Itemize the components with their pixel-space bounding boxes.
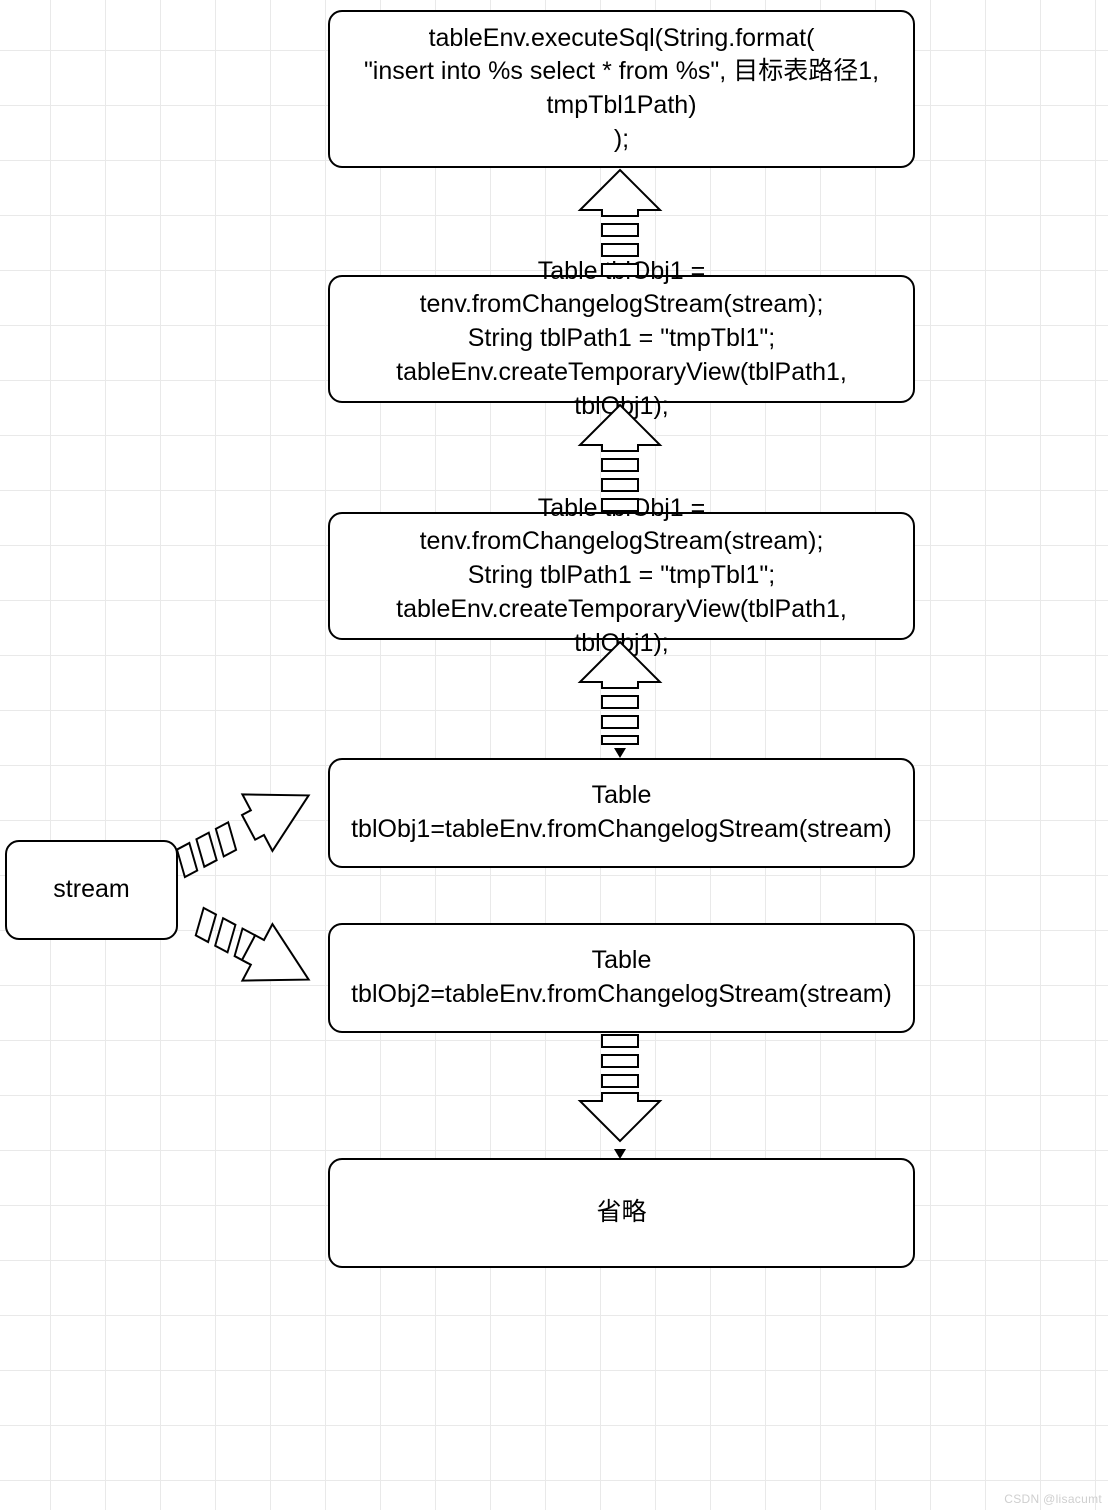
node-from-changelog-1: Table tblObj1=tableEnv.fromChangelogStre… [328, 758, 915, 868]
arrow-up-3 [560, 640, 680, 760]
node-create-view-1: Table tblObj1 = tenv.fromChangelogStream… [328, 275, 915, 403]
arrow-stream-to-box5 [178, 900, 328, 1000]
text-line: tableEnv.executeSql(String.format( [364, 22, 879, 56]
node-create-view-2: Table tblObj1 = tenv.fromChangelogStream… [328, 512, 915, 640]
arrow-up-2 [560, 403, 680, 513]
node-from-changelog-2: Table tblObj2=tableEnv.fromChangelogStre… [328, 923, 915, 1033]
arrow-up-1 [560, 168, 680, 278]
grid-background [0, 0, 1108, 1510]
text-line: "insert into %s select * from %s", 目标表路径… [364, 55, 879, 89]
text-line: ); [364, 123, 879, 157]
text-line: Table tblObj1=tableEnv.fromChangelogStre… [346, 779, 897, 847]
node-omitted: 省略 [328, 1158, 915, 1268]
arrow-stream-to-box4 [178, 775, 328, 875]
text-line: Table tblObj2=tableEnv.fromChangelogStre… [346, 944, 897, 1012]
text-line: String tblPath1 = "tmpTbl1"; [346, 559, 897, 593]
text-line: String tblPath1 = "tmpTbl1"; [346, 322, 897, 356]
node-execute-sql: tableEnv.executeSql(String.format( "inse… [328, 10, 915, 168]
watermark: CSDN @lisacumt [1004, 1492, 1102, 1506]
text-line: 省略 [596, 1196, 646, 1230]
arrow-down-1 [560, 1033, 680, 1161]
node-stream: stream [5, 840, 178, 940]
text-line: stream [53, 873, 129, 907]
text-line: tmpTbl1Path) [364, 89, 879, 123]
